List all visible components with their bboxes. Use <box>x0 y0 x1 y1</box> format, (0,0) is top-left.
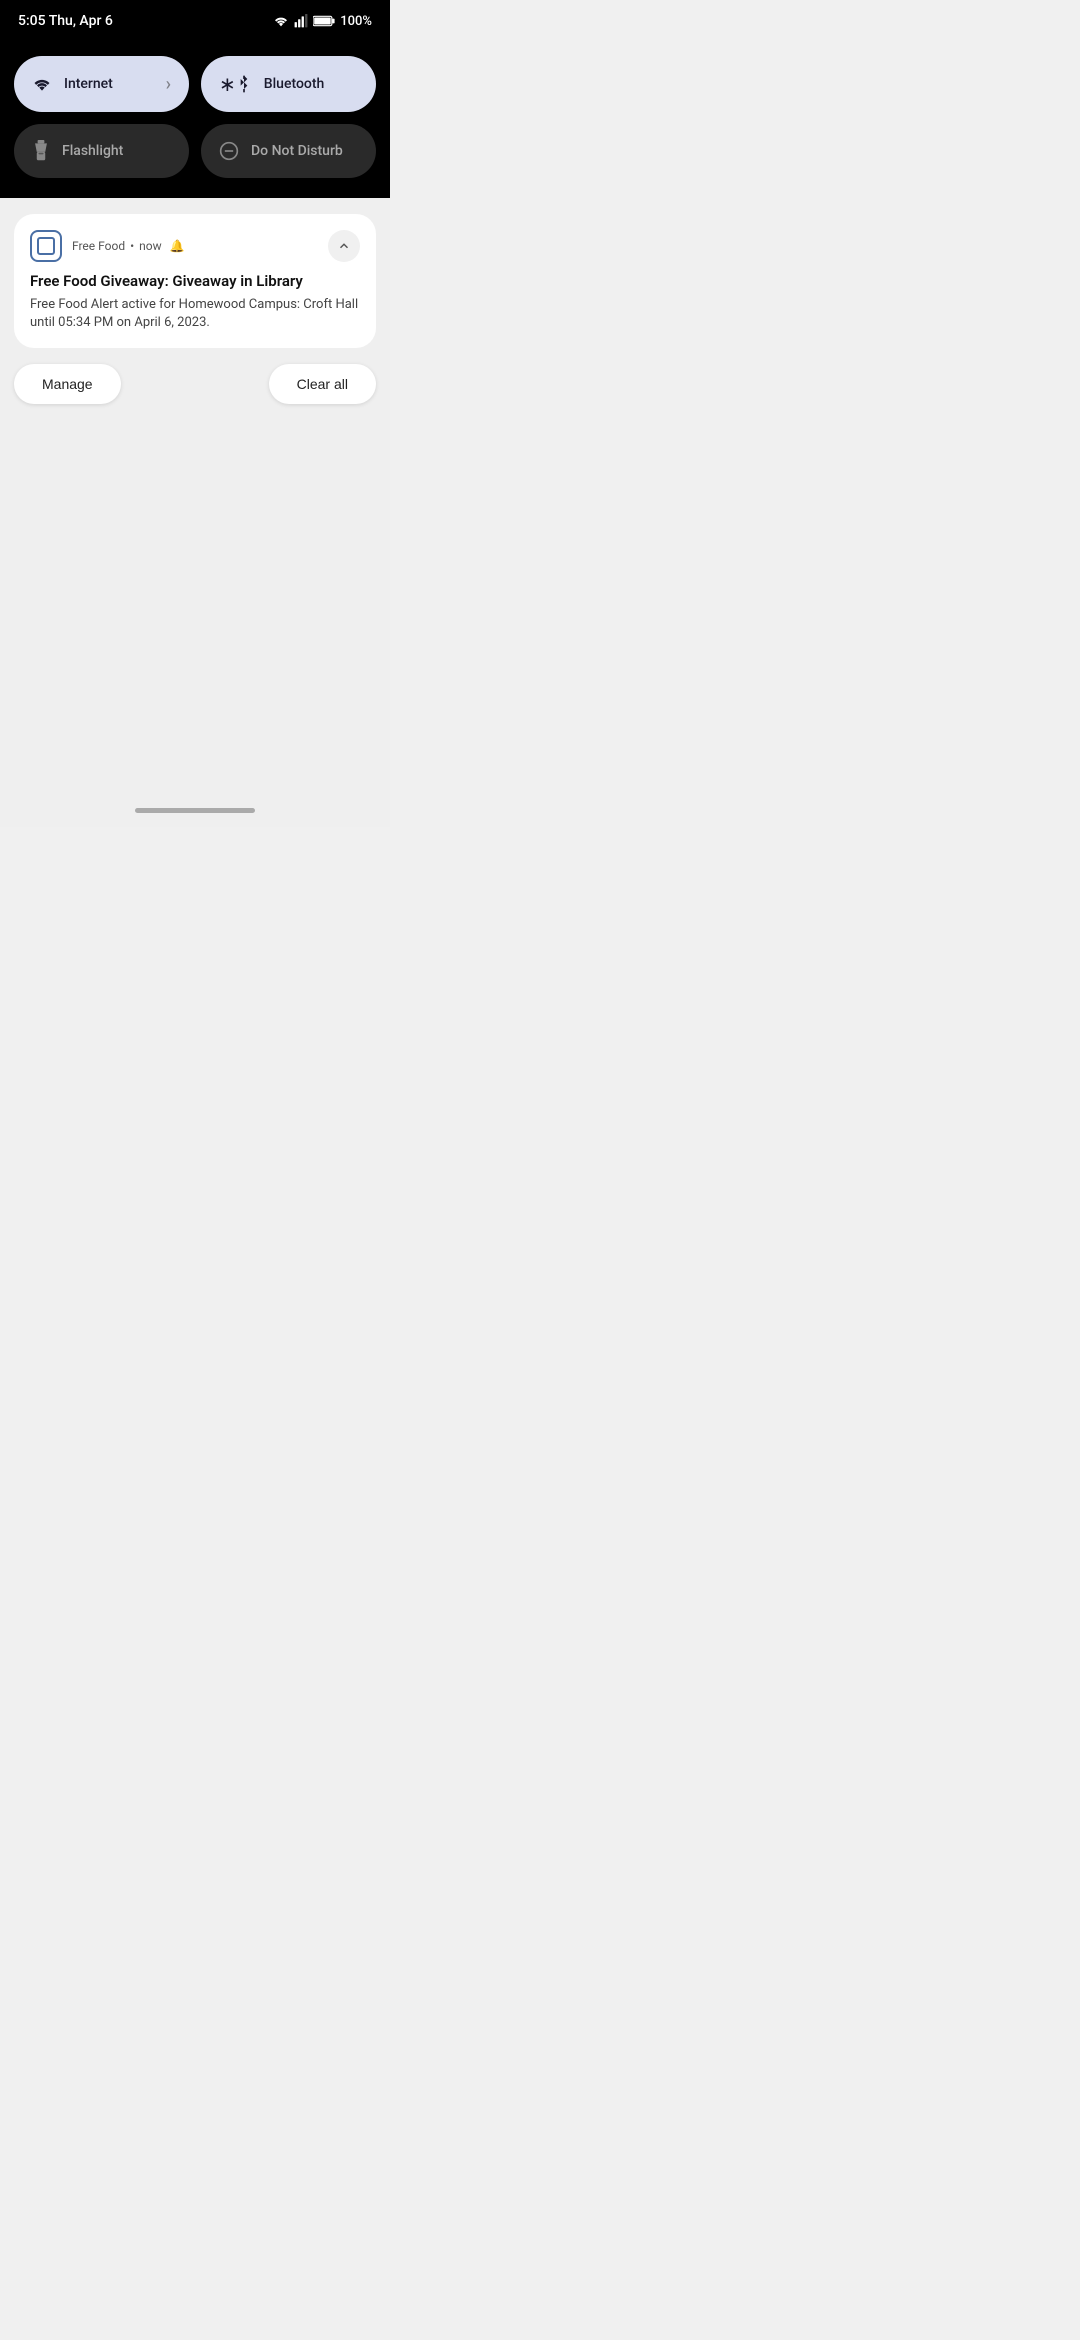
qs-tile-flashlight[interactable]: Flashlight <box>14 124 189 178</box>
notification-app-info: Free Food • now 🔔 <box>72 239 185 253</box>
action-buttons: Manage Clear all <box>14 364 376 404</box>
status-icons: 100% <box>273 14 372 29</box>
notification-card-free-food: Free Food • now 🔔 Free Food Giveaway: Gi… <box>14 214 376 348</box>
flashlight-label: Flashlight <box>62 143 171 159</box>
app-icon-inner <box>37 237 55 255</box>
quick-settings: Internet › ∗ Bluetooth Flashlight <box>0 40 390 198</box>
clear-all-button[interactable]: Clear all <box>269 364 376 404</box>
notification-body: Free Food Alert active for Homewood Camp… <box>30 296 360 332</box>
qs-tile-internet[interactable]: Internet › <box>14 56 189 112</box>
notification-header: Free Food • now 🔔 <box>30 230 360 262</box>
qs-tile-bluetooth[interactable]: ∗ Bluetooth <box>201 56 376 112</box>
status-time: 5:05 Thu, Apr 6 <box>18 13 113 29</box>
manage-button[interactable]: Manage <box>14 364 121 404</box>
status-bar: 5:05 Thu, Apr 6 100% <box>0 0 390 40</box>
battery-percent: 100% <box>340 14 372 29</box>
bluetooth-label: Bluetooth <box>264 76 358 92</box>
flashlight-tile-icon <box>32 140 50 162</box>
internet-arrow: › <box>166 74 171 95</box>
qs-tile-dnd[interactable]: Do Not Disturb <box>201 124 376 178</box>
notification-meta: Free Food • now 🔔 <box>30 230 185 262</box>
internet-label: Internet <box>64 76 154 92</box>
wifi-icon <box>273 14 289 28</box>
dnd-label: Do Not Disturb <box>251 143 358 159</box>
home-bar <box>0 798 390 827</box>
app-icon <box>30 230 62 262</box>
battery-icon <box>313 15 335 27</box>
notification-area: Free Food • now 🔔 Free Food Giveaway: Gi… <box>0 198 390 798</box>
notification-expand-button[interactable] <box>328 230 360 262</box>
wifi-tile-icon <box>32 75 52 93</box>
notification-title: Free Food Giveaway: Giveaway in Library <box>30 272 360 290</box>
bluetooth-tile-icon: ∗ <box>219 72 252 96</box>
signal-icon <box>294 14 308 28</box>
notification-separator: • <box>130 239 134 253</box>
app-name: Free Food <box>72 239 125 253</box>
dnd-tile-icon <box>219 141 239 161</box>
notification-time: now <box>139 239 162 253</box>
bell-icon: 🔔 <box>170 239 185 253</box>
home-bar-pill[interactable] <box>135 808 255 813</box>
